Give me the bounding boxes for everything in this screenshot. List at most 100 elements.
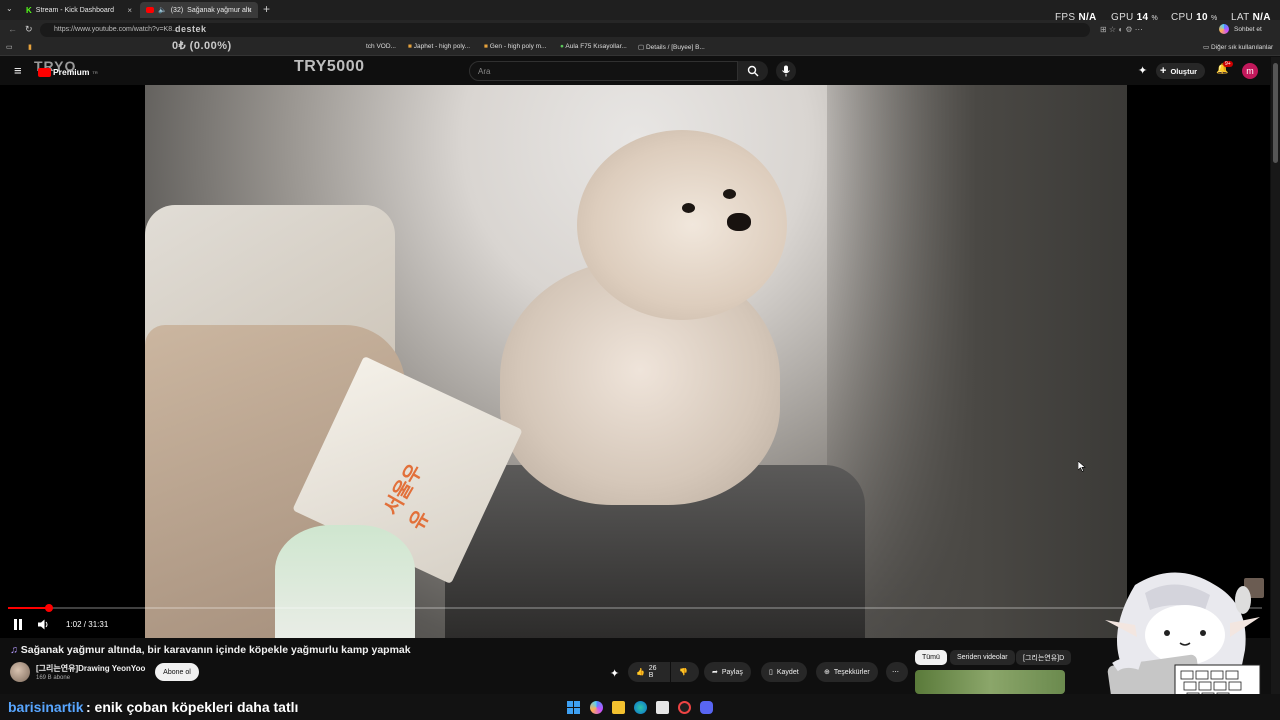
close-tab-icon[interactable]: ×	[247, 6, 252, 15]
video-player[interactable]: 서울우유 1:02 / 31:31	[0, 85, 1270, 638]
dog-eye	[723, 189, 736, 199]
discord-icon[interactable]	[700, 701, 713, 714]
search-input[interactable]: Ara	[469, 61, 738, 81]
copilot-taskbar-icon[interactable]	[590, 701, 603, 714]
voice-search-button[interactable]	[776, 61, 796, 81]
time-display: 1:02 / 31:31	[66, 620, 109, 629]
channel-name[interactable]: [그리는연유]Drawing YeonYoo	[36, 663, 145, 674]
region-label: TR	[92, 69, 98, 75]
save-label: Kaydet	[776, 668, 799, 676]
donation-goal: TRY5000	[294, 58, 365, 75]
bookmark-item[interactable]: ■ Gen - high poly m...	[484, 43, 546, 50]
bookmark-item[interactable]: ■ Japhet - high poly...	[408, 43, 470, 50]
tab-youtube[interactable]: 🔈 (32) Sağanak yağmur altı ×	[140, 2, 258, 18]
plus-icon: +	[1160, 65, 1167, 77]
share-label: Paylaş	[721, 668, 743, 676]
store-icon[interactable]	[656, 701, 669, 714]
bookmark-icon: ▭	[6, 44, 13, 51]
music-icon: ♫	[10, 644, 18, 656]
avatar[interactable]: m	[1242, 63, 1258, 79]
progress-fill	[8, 607, 50, 609]
avatar-letter: m	[1246, 66, 1254, 76]
video-frame[interactable]: 서울우유	[145, 85, 1127, 638]
pause-icon[interactable]	[13, 619, 23, 630]
thumbs-up-icon: 👍	[636, 669, 645, 676]
search-placeholder: Ara	[478, 67, 491, 76]
dog-head	[577, 130, 787, 320]
video-title: ♫ Sağanak yağmur altında, bir karavanın …	[10, 644, 411, 656]
youtube-tab-icon	[146, 7, 154, 13]
donate-label: destek	[175, 24, 207, 34]
back-icon[interactable]: ←	[8, 24, 17, 34]
chip-series[interactable]: Seriden videolar	[950, 650, 1015, 665]
page-scrollbar[interactable]	[1271, 57, 1280, 694]
youtube-play-icon	[38, 67, 51, 77]
chip-all[interactable]: Tümü	[915, 650, 947, 665]
bookmark-icon: ■	[484, 43, 488, 50]
bookmark-icon: ■	[408, 43, 412, 50]
close-tab-icon[interactable]: ×	[127, 6, 132, 15]
search-button[interactable]	[738, 61, 768, 81]
kick-icon: K	[26, 5, 32, 15]
thumbs-down-icon: 👎	[679, 669, 688, 676]
current-time: 1:02	[66, 620, 82, 629]
scrollbar-thumb[interactable]	[1273, 63, 1278, 163]
notification-badge: 9+	[1223, 61, 1233, 67]
bookmark-icon: ▯	[769, 669, 773, 676]
lock-icon: ▮	[28, 44, 32, 51]
more-actions-button[interactable]: ⋯	[886, 662, 908, 682]
premium-label: Premium	[53, 67, 90, 77]
thanks-button[interactable]: ⊕ Teşekkürler	[816, 662, 878, 682]
bookmark-item[interactable]: tch VOD...	[366, 43, 396, 50]
other-bookmarks[interactable]: ▭ Diğer sık kullanılanlar	[1203, 43, 1273, 51]
chat-button[interactable]: Sohbet et	[1234, 26, 1262, 33]
extensions-icon[interactable]: ⊞ ☆ ◐ ⚙ ⋯	[1100, 25, 1143, 34]
ai-sparkle-icon[interactable]: ✦	[610, 667, 619, 680]
donate-progress: 0₺ (0.00%)	[172, 40, 232, 52]
scrubber-handle[interactable]	[45, 604, 54, 612]
dislike-button[interactable]: 👎	[671, 662, 699, 682]
subscribe-button[interactable]: Abone ol	[155, 663, 199, 681]
youtube-header: ≡ TRYO Premium TR TRY5000 Ara ✦ + Oluştu…	[0, 57, 1270, 85]
app-icon[interactable]	[678, 701, 691, 714]
channel-avatar[interactable]	[10, 662, 30, 682]
volume-icon[interactable]	[38, 619, 50, 630]
like-button[interactable]: 👍 26 B	[628, 662, 670, 682]
mouse-cursor-icon	[1078, 461, 1086, 472]
more-icon: ⋯	[892, 669, 899, 676]
mic-icon	[782, 65, 790, 77]
windows-start-icon[interactable]	[567, 701, 580, 714]
share-icon: ➦	[712, 669, 718, 676]
blurred-foreground	[827, 85, 1127, 638]
tab-actions-icon[interactable]: ⌄	[6, 4, 13, 13]
menu-icon[interactable]: ≡	[14, 63, 22, 78]
thanks-label: Teşekkürler	[833, 668, 870, 676]
search-icon	[747, 65, 759, 77]
new-tab-icon[interactable]: +	[263, 2, 270, 16]
audio-icon[interactable]: 🔈	[158, 6, 167, 14]
bookmark-item[interactable]: ● Aula F75 Kısayollar...	[560, 43, 627, 50]
tab-kick-dashboard[interactable]: K Stream - Kick Dashboard ×	[20, 2, 138, 18]
dog-nose	[727, 213, 751, 231]
create-button[interactable]: + Oluştur	[1156, 63, 1206, 79]
chip-channel[interactable]: [그리는연유]D	[1016, 650, 1072, 665]
tab-label: Stream - Kick Dashboard	[35, 6, 114, 14]
tab-label: Sağanak yağmur altı	[187, 6, 252, 14]
youtube-logo[interactable]: Premium TR	[38, 67, 98, 77]
chat-message: : enik çoban köpekleri daha tatlı	[86, 699, 299, 715]
subscriber-count: 169 B abone	[36, 675, 71, 681]
folder-icon: ▭	[1203, 44, 1210, 51]
reload-icon[interactable]: ↻	[25, 24, 33, 35]
related-video-thumbnail[interactable]	[915, 670, 1065, 694]
edge-icon[interactable]	[634, 701, 647, 714]
bookmark-item[interactable]: ▢ Details / [Buyee] B...	[638, 43, 705, 51]
copilot-icon[interactable]	[1219, 24, 1229, 34]
create-label: Oluştur	[1170, 66, 1198, 76]
like-count: 26 B	[648, 665, 657, 679]
bookmark-icon: ●	[560, 43, 564, 50]
bookmark-icon: ▢	[638, 44, 645, 51]
share-button[interactable]: ➦ Paylaş	[704, 662, 751, 682]
save-button[interactable]: ▯ Kaydet	[761, 662, 807, 682]
file-explorer-icon[interactable]	[612, 701, 625, 714]
cast-icon[interactable]: ✦	[1138, 64, 1147, 77]
